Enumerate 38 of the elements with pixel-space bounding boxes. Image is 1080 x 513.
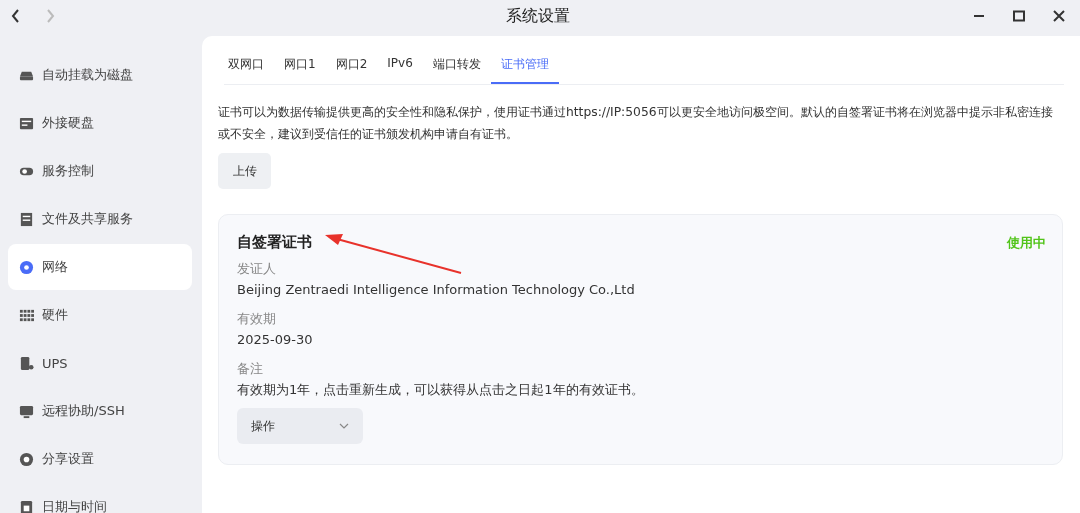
field-label: 发证人 [237,260,277,278]
sidebar-item[interactable]: 服务控制 [8,148,192,194]
certificate-title: 自签署证书 [237,233,312,252]
upload-button[interactable]: 上传 [218,153,271,189]
tab[interactable]: 证书管理 [490,36,559,84]
tab[interactable]: 网口1 [274,36,326,84]
tab[interactable]: 端口转发 [422,36,491,84]
tab[interactable]: 双网口 [224,36,274,84]
field-value: Beijing Zentraedi Intelligence Information Technology Co.,Ltd [237,281,636,299]
drive-icon [19,115,34,131]
sidebar-item[interactable]: 外接硬盘 [8,100,192,146]
field-label: 备注 [237,360,264,378]
field-value: 2025-09-30 [237,331,314,349]
caret-icon [339,423,349,429]
sidebar-item[interactable]: 自动挂载为磁盘 [8,52,192,98]
action-dropdown[interactable]: 操作 [237,408,363,444]
sidebar-item[interactable]: 文件及共享服务 [8,196,192,242]
back-icon[interactable] [10,8,22,24]
tab[interactable]: 网口2 [325,36,378,84]
sidebar-item[interactable]: 硬件 [8,292,192,338]
sidebar-item[interactable]: UPS [8,340,192,386]
sidebar-item[interactable]: 网络 [8,244,192,290]
device-icon [19,355,34,371]
maximize-icon[interactable] [1012,9,1026,23]
window-title: 系统设置 [506,5,570,27]
monitor-icon [19,403,34,419]
sidebar-item[interactable]: 分享设置 [8,436,192,482]
sidebar-item[interactable]: 日期与时间 [8,484,192,513]
field-label: 有效期 [237,310,277,328]
field-value: 有效期为1年，点击重新生成，可以获得从点击之日起1年的有效证书。 [237,381,645,399]
document-icon [19,211,34,227]
tab[interactable]: IPv6 [377,36,423,84]
calendar-icon [19,499,34,513]
close-icon[interactable] [1052,9,1066,23]
grid-icon [19,307,34,323]
description-text: 证书可以为数据传输提供更高的安全性和隐私保护，使用证书通过https://IP:5056可以更安全地访问极空间。默认的自签署证书将在浏览器中提示非私密连接或不安全，建议到受信任的证书颁发机构申请自有证书。 [218,104,1054,143]
sidebar-item[interactable]: 远程协助/SSH [8,388,192,434]
status-label: 使用中 [1007,233,1046,252]
